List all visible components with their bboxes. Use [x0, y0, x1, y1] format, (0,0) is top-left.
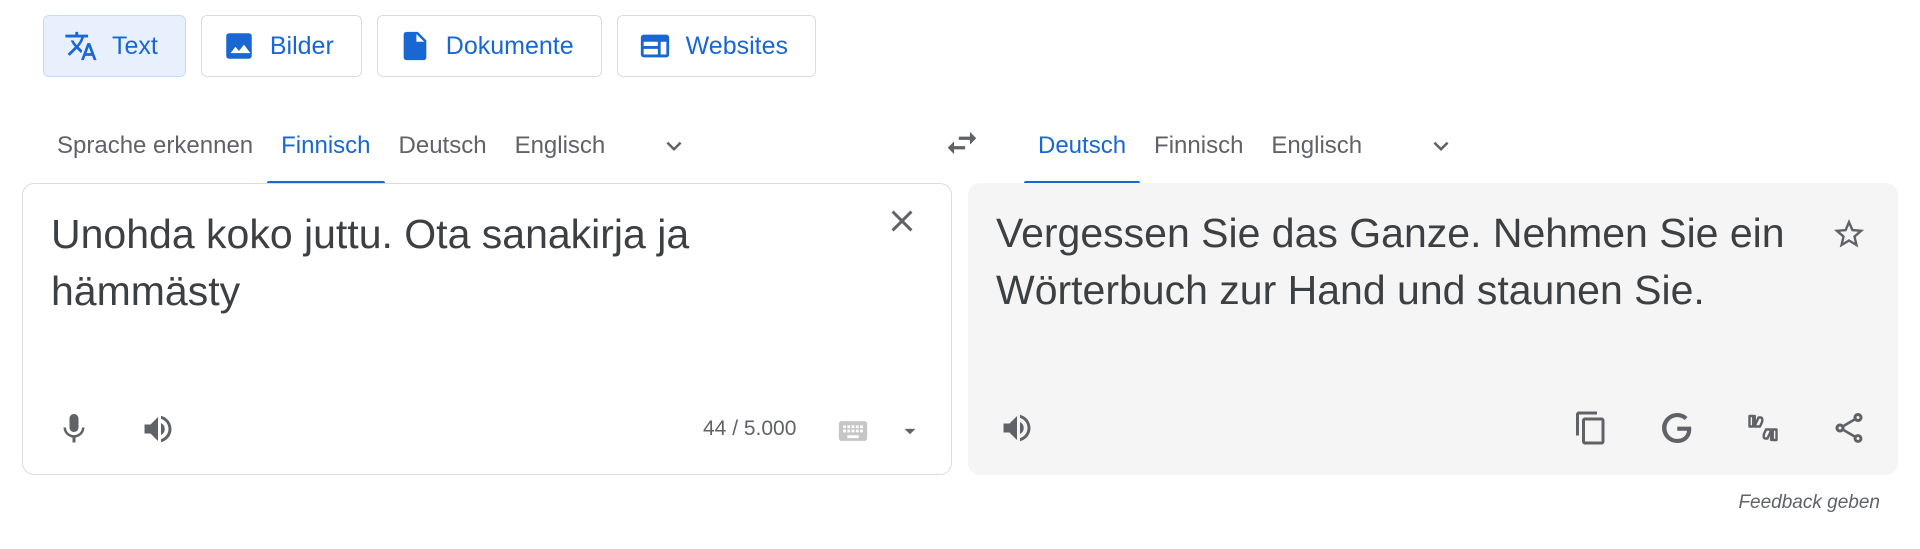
mode-tab-images[interactable]: Bilder — [200, 15, 362, 77]
source-lang-german[interactable]: Deutsch — [385, 108, 501, 184]
source-language-bar: Sprache erkennen Finnisch Deutsch Englis… — [43, 108, 704, 184]
target-lang-finnish[interactable]: Finnisch — [1140, 108, 1257, 184]
mode-tab-websites[interactable]: Websites — [616, 15, 816, 77]
clear-source-button[interactable] — [877, 196, 927, 246]
voice-input-button[interactable] — [49, 404, 99, 454]
translate-icon — [64, 29, 98, 63]
share-translation-button[interactable] — [1824, 403, 1874, 453]
feedback-link[interactable]: Feedback geben — [1738, 492, 1880, 514]
source-lang-finnish[interactable]: Finnisch — [267, 108, 385, 184]
mode-tab-documents[interactable]: Dokumente — [376, 15, 602, 77]
share-icon — [1835, 413, 1863, 443]
target-panel: Vergessen Sie das Ganze. Nehmen Sie ein … — [968, 183, 1898, 475]
caret-down-icon — [904, 428, 916, 435]
star-icon — [1834, 219, 1864, 248]
thumbs-up-down-icon — [1748, 414, 1778, 442]
document-icon — [398, 29, 432, 63]
source-panel: Unohda koko juttu. Ota sanakirja ja hämm… — [22, 183, 952, 475]
rate-translation-button[interactable] — [1738, 403, 1788, 453]
google-g-icon — [1662, 413, 1692, 443]
mode-tab-text[interactable]: Text — [43, 15, 186, 77]
copy-icon — [1576, 411, 1605, 445]
microphone-icon — [63, 414, 85, 443]
source-lang-more-button[interactable] — [644, 108, 704, 184]
input-tools-dropdown[interactable] — [895, 406, 925, 456]
speaker-icon — [1003, 414, 1031, 442]
mode-tab-label: Dokumente — [445, 31, 574, 60]
listen-translation-button[interactable] — [992, 403, 1042, 453]
source-lang-detect[interactable]: Sprache erkennen — [43, 108, 267, 184]
close-icon — [891, 210, 913, 232]
swap-icon — [947, 131, 977, 155]
keyboard-button[interactable] — [833, 406, 873, 456]
chevron-down-icon — [666, 141, 682, 151]
translation-output: Vergessen Sie das Ganze. Nehmen Sie ein … — [996, 210, 1785, 313]
mode-tab-label: Bilder — [269, 31, 334, 60]
mode-tab-label: Websites — [685, 31, 788, 60]
source-lang-english[interactable]: Englisch — [501, 108, 620, 184]
target-language-bar: Deutsch Finnisch Englisch — [1024, 108, 1471, 184]
speaker-icon — [144, 415, 172, 443]
website-icon — [638, 29, 672, 63]
chevron-down-icon — [1433, 141, 1449, 151]
copy-translation-button[interactable] — [1566, 403, 1616, 453]
mode-tabs: Text Bilder Dokumente Websites — [43, 15, 816, 79]
target-lang-english[interactable]: Englisch — [1257, 108, 1376, 184]
google-search-button[interactable] — [1652, 403, 1702, 453]
swap-languages-button[interactable] — [939, 120, 985, 166]
target-lang-german[interactable]: Deutsch — [1024, 108, 1141, 184]
character-count: 44 / 5.000 — [703, 417, 797, 440]
keyboard-icon — [838, 421, 868, 441]
source-text-input[interactable]: Unohda koko juttu. Ota sanakirja ja hämm… — [51, 206, 831, 320]
save-translation-button[interactable] — [1824, 209, 1874, 259]
mode-tab-label: Text — [112, 31, 158, 60]
image-icon — [222, 29, 256, 63]
listen-source-button[interactable] — [133, 404, 183, 454]
target-lang-more-button[interactable] — [1411, 108, 1471, 184]
